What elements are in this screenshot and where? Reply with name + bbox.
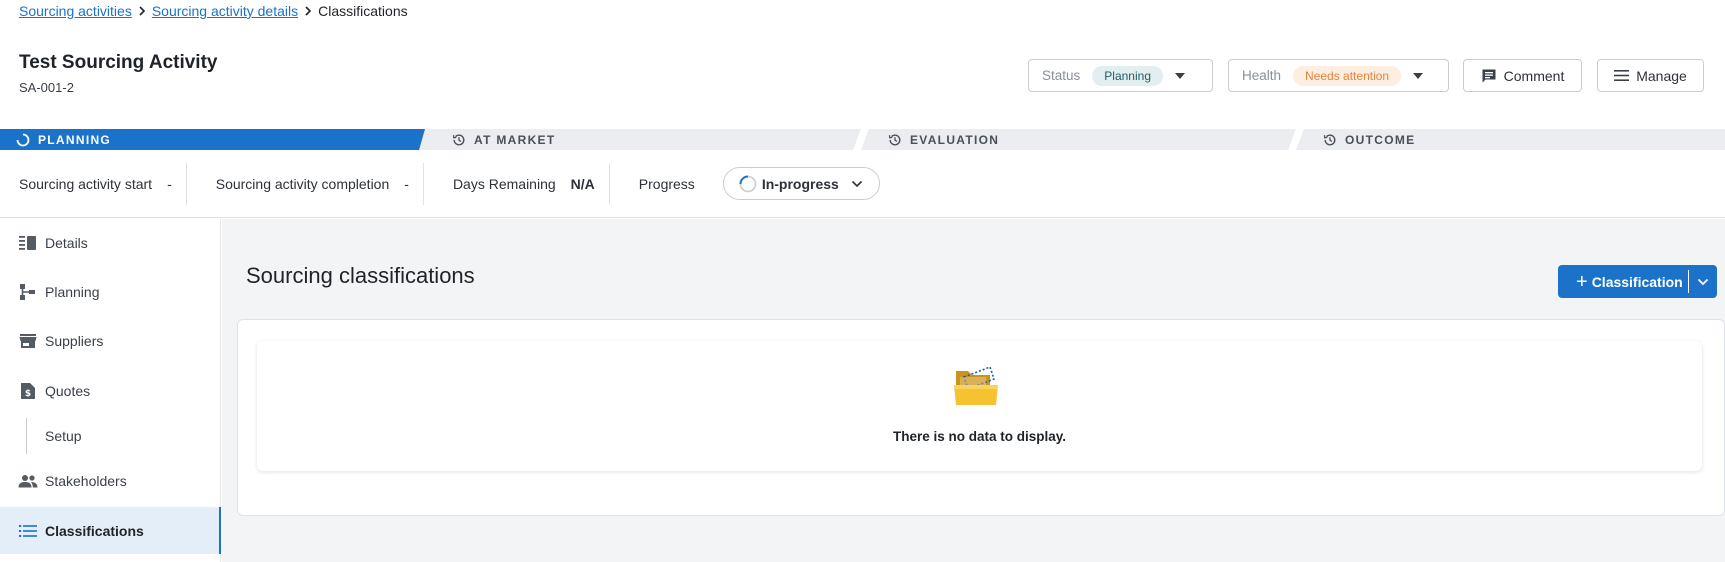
- breadcrumb-link-sourcing-activities[interactable]: Sourcing activities: [19, 3, 132, 19]
- sidebar-item-planning[interactable]: Planning: [0, 270, 221, 314]
- info-progress: Progress In-progress: [610, 164, 894, 204]
- menu-icon: [1614, 70, 1630, 81]
- chevron-right-icon: [298, 3, 318, 19]
- sidebar-item-suppliers[interactable]: Suppliers: [0, 319, 221, 363]
- chevron-down-icon: [1697, 278, 1709, 285]
- empty-state-message: There is no data to display.: [892, 429, 1067, 444]
- planning-icon: [18, 282, 38, 302]
- breadcrumb: Sourcing activities Sourcing activity de…: [19, 2, 408, 20]
- add-classification-label: Classification: [1591, 273, 1683, 290]
- empty-folder-icon: [954, 365, 998, 405]
- caret-down-icon: [1413, 72, 1424, 79]
- phase-evaluation[interactable]: EVALUATION: [888, 129, 999, 150]
- info-days-label: Days Remaining: [452, 175, 556, 192]
- sidebar-item-label: Stakeholders: [45, 473, 127, 489]
- phase-outcome[interactable]: OUTCOME: [1323, 129, 1415, 150]
- history-icon: [452, 134, 465, 145]
- phase-label: PLANNING: [38, 132, 112, 147]
- sidebar-item-details[interactable]: Details: [0, 221, 221, 265]
- info-completion: Sourcing activity completion -: [187, 164, 423, 204]
- progress-value: In-progress: [761, 175, 839, 192]
- sidebar-item-label: Planning: [45, 284, 100, 300]
- add-classification-button[interactable]: + Classification: [1558, 265, 1688, 298]
- info-start-value: -: [167, 175, 172, 192]
- sidebar-item-label: Quotes: [45, 383, 91, 399]
- phase-label: EVALUATION: [910, 132, 1000, 147]
- sidebar-item-label: Setup: [45, 428, 82, 444]
- manage-button[interactable]: Manage: [1597, 59, 1704, 92]
- info-completion-label: Sourcing activity completion: [215, 175, 390, 192]
- add-classification-split-button: + Classification: [1558, 265, 1717, 298]
- main-content: Sourcing classifications + Classificatio…: [222, 219, 1725, 562]
- sidebar-item-label: Details: [45, 235, 88, 251]
- status-dropdown[interactable]: Status Planning: [1028, 59, 1213, 92]
- list-icon: [18, 521, 38, 541]
- info-start: Sourcing activity start -: [0, 164, 186, 204]
- svg-text:$: $: [25, 389, 31, 399]
- details-icon: [18, 233, 38, 253]
- sidebar-item-label: Suppliers: [45, 333, 104, 349]
- health-dropdown[interactable]: Health Needs attention: [1228, 59, 1449, 92]
- status-badge: Planning: [1092, 65, 1163, 86]
- breadcrumb-current: Classifications: [318, 3, 408, 19]
- info-progress-label: Progress: [638, 175, 695, 192]
- health-badge: Needs attention: [1293, 65, 1402, 86]
- page-title: Test Sourcing Activity: [19, 52, 218, 73]
- phase-label: AT MARKET: [474, 132, 556, 147]
- caret-down-icon: [1175, 72, 1185, 79]
- people-icon: [18, 471, 38, 491]
- health-label: Health: [1242, 68, 1282, 83]
- phase-divider: [853, 129, 869, 150]
- progress-dropdown[interactable]: In-progress: [722, 167, 880, 200]
- comment-button[interactable]: Comment: [1463, 59, 1582, 92]
- empty-state-panel: There is no data to display.: [257, 341, 1702, 471]
- info-row: Sourcing activity start - Sourcing activ…: [0, 150, 1725, 218]
- plus-icon: +: [1576, 270, 1588, 293]
- chevron-down-icon: [851, 180, 862, 187]
- section-title: Sourcing classifications: [246, 263, 475, 288]
- info-completion-value: -: [404, 175, 409, 192]
- classifications-card: There is no data to display.: [237, 319, 1725, 516]
- history-icon: [1323, 134, 1336, 145]
- info-days-remaining: Days Remaining N/A: [424, 164, 609, 204]
- breadcrumb-link-sourcing-activity-details[interactable]: Sourcing activity details: [152, 3, 298, 19]
- sidebar-item-quotes[interactable]: $ Quotes: [0, 369, 221, 413]
- progress-spinner-icon: [739, 175, 757, 192]
- manage-button-label: Manage: [1636, 67, 1687, 84]
- phase-bar: PLANNING AT MARKET EVALUATION OUTCOME: [0, 129, 1725, 150]
- subnav-line: [26, 418, 27, 454]
- chevron-right-icon: [132, 3, 152, 19]
- phase-label: OUTCOME: [1345, 132, 1416, 147]
- sidebar-item-label: Classifications: [45, 522, 144, 539]
- add-classification-dropdown[interactable]: [1689, 265, 1717, 298]
- sidebar-item-classifications[interactable]: Classifications: [0, 507, 221, 554]
- history-icon: [888, 134, 901, 145]
- store-icon: [18, 331, 38, 351]
- info-start-label: Sourcing activity start: [19, 175, 153, 192]
- sidebar-item-stakeholders[interactable]: Stakeholders: [0, 459, 221, 503]
- spinner-icon: [16, 133, 30, 146]
- sidebar-item-setup[interactable]: Setup: [0, 414, 221, 458]
- sidebar: Details Planning Suppliers $ Quotes Setu…: [0, 219, 221, 562]
- quote-document-icon: $: [18, 381, 38, 401]
- phase-at-market[interactable]: AT MARKET: [452, 129, 555, 150]
- status-label: Status: [1042, 68, 1081, 83]
- comment-icon: [1482, 69, 1496, 82]
- phase-divider: [1288, 129, 1304, 150]
- comment-button-label: Comment: [1503, 67, 1565, 84]
- page-subtitle: SA-001-2: [19, 80, 74, 95]
- info-days-value: N/A: [570, 175, 595, 192]
- phase-planning[interactable]: PLANNING: [0, 129, 425, 150]
